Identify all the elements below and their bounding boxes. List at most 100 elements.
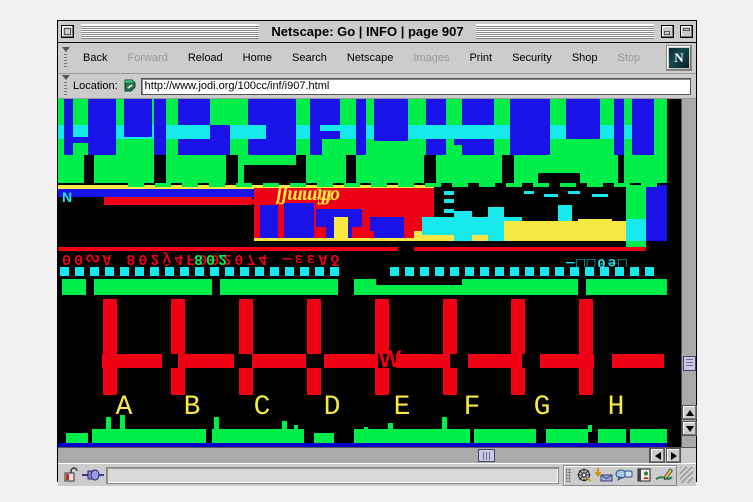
art-green-tick-9 xyxy=(371,183,387,187)
art-blue-glyph-21 xyxy=(614,99,624,155)
collapse-box-button[interactable] xyxy=(680,25,694,38)
art-cyan-dash-row-17 xyxy=(315,267,324,276)
jodi-net-art-canvas[interactable]: Nʃʃɯɯʇɟɟo 00ᔕA 802ŷ4F002074 —εεAδ 802 —□□0ɘ… xyxy=(58,99,667,447)
art-cyan-sq-1 xyxy=(544,194,558,197)
scrollbar-corner xyxy=(649,447,696,463)
art-green-tick-12 xyxy=(452,183,468,187)
art-cyan-dash-row-2 xyxy=(90,267,99,276)
art-green-tick-0 xyxy=(128,183,144,187)
art-blue-glyph-10 xyxy=(310,99,340,139)
art-crossbar-gap-2 xyxy=(306,354,324,368)
art-crossbar-gap-0 xyxy=(162,354,178,368)
art-red-tick-5 xyxy=(443,343,457,351)
horizontal-scrollbar-thumb[interactable] xyxy=(478,449,495,462)
art-crossbar-gap-1 xyxy=(234,354,252,368)
art-cyan-dash-row-16 xyxy=(300,267,309,276)
toolbar-button-shop[interactable]: Shop xyxy=(562,49,608,67)
navigation-toolbar: Back Forward Reload Home Search Netscape Image… xyxy=(58,43,696,74)
art-red-tick-2 xyxy=(239,343,253,351)
toolbar-button-reload[interactable]: Reload xyxy=(178,49,233,67)
toolbar-grabber-handle[interactable] xyxy=(61,45,70,71)
toolbar-button-search[interactable]: Search xyxy=(282,49,337,67)
art-green-plateau-3 xyxy=(354,279,376,295)
location-bar-grabber-handle[interactable] xyxy=(61,73,70,99)
art-blue-glyph-3 xyxy=(154,99,166,155)
art-green-tick-11 xyxy=(425,183,441,187)
network-connection-icon xyxy=(82,468,104,482)
vertical-scrollbar[interactable] xyxy=(681,99,697,447)
art-green-spike-2 xyxy=(214,417,219,431)
art-yellow-edge-bottom xyxy=(254,238,434,241)
art-cyan-dash-row-35 xyxy=(585,267,594,276)
scroll-down-button[interactable] xyxy=(682,421,697,436)
close-box-button[interactable] xyxy=(61,25,74,38)
toolbar-collapse-triangle-icon[interactable] xyxy=(61,47,70,52)
art-blue-glyph-7 xyxy=(248,99,296,125)
art-green-spike-5 xyxy=(364,427,368,432)
window-resize-grip-icon[interactable] xyxy=(680,467,693,483)
address-book-icon[interactable] xyxy=(635,467,653,483)
close-box-inner xyxy=(64,28,71,35)
art-blue-column xyxy=(646,185,667,241)
art-red-tick-4 xyxy=(375,343,389,351)
art-yellow-wide-2 xyxy=(578,219,612,241)
horizontal-scrollbar[interactable] xyxy=(58,447,667,463)
window-title-bar[interactable]: Netscape: Go | INFO | page 907 xyxy=(58,21,696,43)
toolbar-button-forward: Forward xyxy=(127,52,168,64)
scroll-up-button[interactable] xyxy=(682,405,697,420)
toolbar-button-print[interactable]: Print xyxy=(459,49,502,67)
art-blue-glyph-13 xyxy=(374,99,408,137)
title-bar-stripes-right xyxy=(475,24,655,39)
art-green-spike-8 xyxy=(588,425,592,432)
art-cyan-dash-2 xyxy=(444,209,454,213)
toolbar-button-security[interactable]: Security xyxy=(502,49,562,67)
art-cyan-dash-row-0 xyxy=(60,267,69,276)
art-cyan-dash-row-30 xyxy=(510,267,519,276)
art-crossbar-gap-4 xyxy=(450,354,468,368)
composer-icon[interactable] xyxy=(655,467,673,483)
art-green-tick-19 xyxy=(641,183,657,187)
scroll-left-button[interactable] xyxy=(650,448,665,463)
component-bar-grip-icon[interactable] xyxy=(566,468,571,482)
zoom-box-button[interactable] xyxy=(661,25,675,38)
art-cyan-dash-row-39 xyxy=(645,267,654,276)
art-blue-glyph-18 xyxy=(462,139,494,155)
art-green-plateau-6 xyxy=(586,279,667,295)
art-blue-form-0 xyxy=(260,205,278,241)
component-bar xyxy=(563,464,677,486)
art-blue-glyph-11 xyxy=(310,139,322,155)
art-black-slot-6 xyxy=(424,155,436,183)
scroll-right-button[interactable] xyxy=(666,448,681,463)
art-blue-glyph-4 xyxy=(178,99,210,125)
discussions-icon[interactable] xyxy=(615,467,633,483)
art-blue-glyph-1 xyxy=(88,99,116,155)
art-green-tick-3 xyxy=(209,183,225,187)
art-blue-glyph-2 xyxy=(124,99,152,137)
toolbar-button-netscape[interactable]: Netscape xyxy=(337,49,403,67)
url-input[interactable]: http://www.jodi.org/100cc/inf/i907.html xyxy=(140,77,691,95)
netscape-n-icon: N xyxy=(669,48,689,68)
toolbar-button-back[interactable]: Back xyxy=(73,49,117,67)
art-green-spike-6 xyxy=(388,423,393,432)
art-black-slot-2 xyxy=(226,155,238,183)
unlocked-padlock-icon[interactable] xyxy=(63,467,80,483)
art-green-spike-4 xyxy=(294,425,298,431)
mailbox-icon[interactable] xyxy=(594,467,613,483)
art-red-tick-6 xyxy=(511,343,525,351)
art-blue-glyph-0 xyxy=(64,99,73,155)
location-collapse-triangle-icon[interactable] xyxy=(61,75,70,80)
netscape-logo-button[interactable]: N xyxy=(666,45,692,71)
art-blue-glyph-14 xyxy=(374,137,408,141)
navigator-icon[interactable] xyxy=(575,467,593,483)
toolbar-button-group: Back Forward Reload Home Search Netscape Image… xyxy=(73,49,650,67)
bookmark-quickfile-icon[interactable] xyxy=(122,78,138,94)
art-green-tick-4 xyxy=(236,183,252,187)
vertical-scrollbar-thumb[interactable] xyxy=(683,356,696,371)
art-green-tick-15 xyxy=(533,183,549,187)
art-cyan-dash-row-31 xyxy=(525,267,534,276)
toolbar-button-home[interactable]: Home xyxy=(233,49,282,67)
art-crossbar-gap-6 xyxy=(594,354,612,368)
art-green-tick-17 xyxy=(587,183,603,187)
art-red-tick-0 xyxy=(103,343,117,351)
art-green-spike-0 xyxy=(106,417,111,431)
